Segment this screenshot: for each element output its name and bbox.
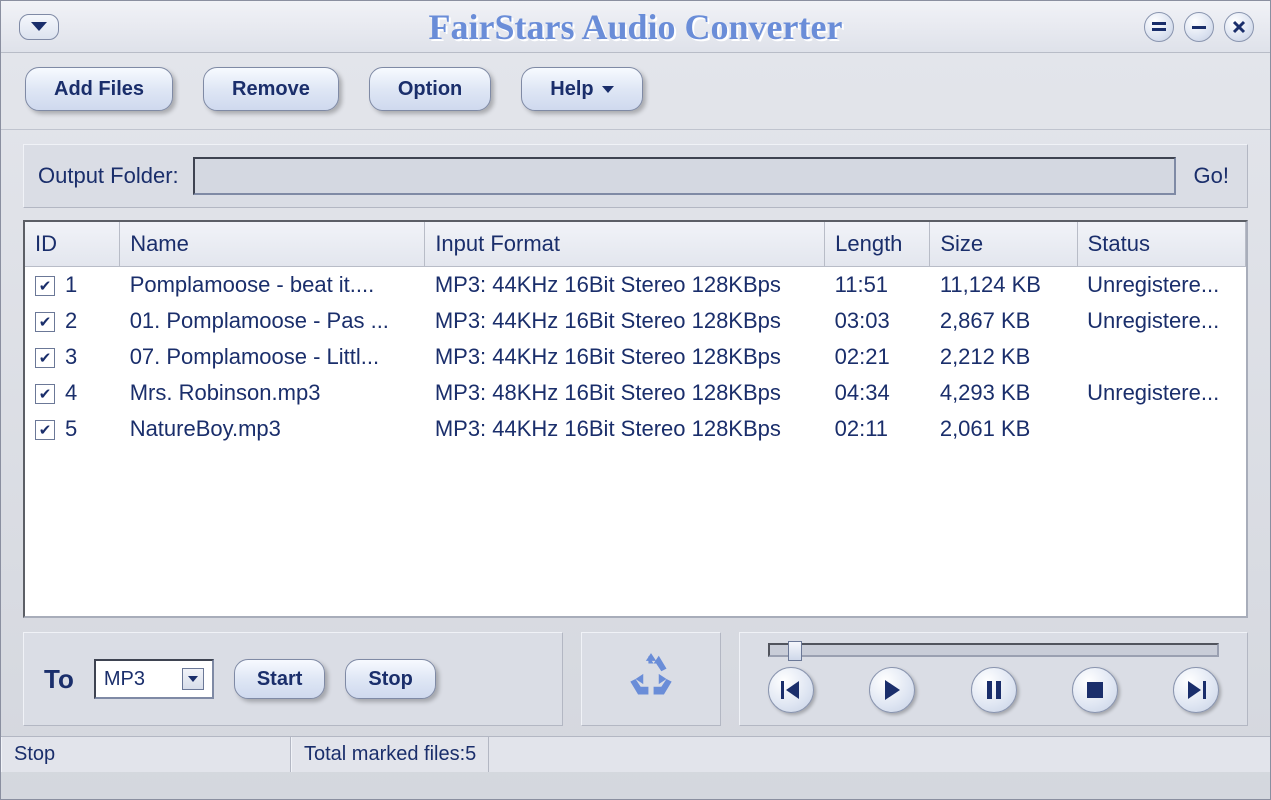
row-input-format: MP3: 44KHz 16Bit Stereo 128KBps — [425, 411, 825, 447]
row-size: 2,867 KB — [930, 303, 1077, 339]
row-status — [1077, 339, 1245, 375]
row-length: 02:21 — [825, 339, 930, 375]
skip-forward-icon — [1186, 681, 1206, 699]
row-checkbox[interactable]: ✔ — [35, 348, 55, 368]
row-size: 2,061 KB — [930, 411, 1077, 447]
app-title: FairStars Audio Converter — [1, 6, 1270, 48]
playback-slider[interactable] — [768, 643, 1219, 657]
table-row[interactable]: ✔ 5 NatureBoy.mp3MP3: 44KHz 16Bit Stereo 1… — [25, 411, 1246, 447]
table-row[interactable]: ✔ 4 Mrs. Robinson.mp3MP3: 48KHz 16Bit Ster… — [25, 375, 1246, 411]
statusbar: Stop Total marked files:5 — [1, 736, 1270, 772]
output-folder-label: Output Folder: — [38, 163, 179, 189]
column-header-size[interactable]: Size — [930, 222, 1077, 266]
table-row[interactable]: ✔ 2 01. Pomplamoose - Pas ...MP3: 44KHz 16… — [25, 303, 1246, 339]
play-button[interactable] — [869, 667, 915, 713]
column-header-status[interactable]: Status — [1077, 222, 1245, 266]
table-row[interactable]: ✔ 3 07. Pomplamoose - Littl...MP3: 44KHz 1… — [25, 339, 1246, 375]
next-button[interactable] — [1173, 667, 1219, 713]
row-id: 4 — [65, 380, 77, 405]
dropdown-button — [182, 668, 204, 690]
column-header-length[interactable]: Length — [825, 222, 930, 266]
convert-group: To MP3 Start Stop — [23, 632, 563, 726]
row-id: 2 — [65, 308, 77, 333]
row-status — [1077, 411, 1245, 447]
go-button[interactable]: Go! — [1190, 163, 1233, 189]
row-checkbox[interactable]: ✔ — [35, 312, 55, 332]
row-id: 5 — [65, 416, 77, 441]
chevron-down-icon — [188, 676, 198, 682]
tray-button[interactable] — [1144, 12, 1174, 42]
row-name: 07. Pomplamoose - Littl... — [120, 339, 425, 375]
row-name: NatureBoy.mp3 — [120, 411, 425, 447]
stop-button[interactable]: Stop — [345, 659, 435, 699]
play-icon — [883, 680, 901, 700]
titlebar: FairStars Audio Converter — [1, 1, 1270, 53]
help-button[interactable]: Help — [521, 67, 642, 111]
output-folder-panel: Output Folder: Go! — [23, 144, 1248, 208]
help-label: Help — [550, 78, 593, 101]
pause-icon — [986, 681, 1002, 699]
row-checkbox[interactable]: ✔ — [35, 276, 55, 296]
tray-icon — [1152, 22, 1166, 32]
column-header-id[interactable]: ID — [25, 222, 120, 266]
minimize-icon — [1192, 20, 1206, 34]
to-label: To — [44, 664, 74, 695]
row-length: 02:11 — [825, 411, 930, 447]
skip-back-icon — [781, 681, 801, 699]
row-checkbox[interactable]: ✔ — [35, 420, 55, 440]
chevron-down-icon — [602, 86, 614, 93]
row-name: Mrs. Robinson.mp3 — [120, 375, 425, 411]
row-status: Unregistere... — [1077, 266, 1245, 303]
player-group — [739, 632, 1248, 726]
stop-icon — [1087, 682, 1103, 698]
remove-button[interactable]: Remove — [203, 67, 339, 111]
row-input-format: MP3: 44KHz 16Bit Stereo 128KBps — [425, 266, 825, 303]
row-size: 11,124 KB — [930, 266, 1077, 303]
row-name: 01. Pomplamoose - Pas ... — [120, 303, 425, 339]
window-controls — [1144, 12, 1254, 42]
row-input-format: MP3: 44KHz 16Bit Stereo 128KBps — [425, 339, 825, 375]
start-button[interactable]: Start — [234, 659, 326, 699]
prev-button[interactable] — [768, 667, 814, 713]
app-window: FairStars Audio Converter Add Files Remo… — [0, 0, 1271, 800]
status-state: Stop — [1, 737, 291, 772]
recycle-icon — [620, 648, 682, 710]
minimize-button[interactable] — [1184, 12, 1214, 42]
row-id: 1 — [65, 272, 77, 297]
row-length: 03:03 — [825, 303, 930, 339]
row-status: Unregistere... — [1077, 303, 1245, 339]
column-header-input-format[interactable]: Input Format — [425, 222, 825, 266]
row-length: 04:34 — [825, 375, 930, 411]
pause-button[interactable] — [971, 667, 1017, 713]
row-size: 2,212 KB — [930, 339, 1077, 375]
row-name: Pomplamoose - beat it.... — [120, 266, 425, 303]
main-menu-button[interactable] — [19, 14, 59, 40]
row-input-format: MP3: 44KHz 16Bit Stereo 128KBps — [425, 303, 825, 339]
status-marked-count: Total marked files:5 — [291, 737, 489, 772]
row-status: Unregistere... — [1077, 375, 1245, 411]
toolbar: Add Files Remove Option Help — [1, 53, 1270, 130]
close-icon — [1232, 20, 1246, 34]
file-table: ID Name Input Format Length Size Status … — [25, 222, 1246, 447]
row-length: 11:51 — [825, 266, 930, 303]
column-header-name[interactable]: Name — [120, 222, 425, 266]
slider-thumb[interactable] — [788, 641, 802, 661]
output-format-value: MP3 — [104, 668, 145, 691]
output-format-select[interactable]: MP3 — [94, 659, 214, 699]
output-folder-input[interactable] — [193, 157, 1176, 195]
close-button[interactable] — [1224, 12, 1254, 42]
chevron-down-icon — [31, 22, 47, 31]
row-id: 3 — [65, 344, 77, 369]
recycle-button[interactable] — [581, 632, 721, 726]
option-button[interactable]: Option — [369, 67, 491, 111]
row-size: 4,293 KB — [930, 375, 1077, 411]
stop-playback-button[interactable] — [1072, 667, 1118, 713]
bottom-panel: To MP3 Start Stop — [23, 632, 1248, 726]
add-files-button[interactable]: Add Files — [25, 67, 173, 111]
row-checkbox[interactable]: ✔ — [35, 384, 55, 404]
row-input-format: MP3: 48KHz 16Bit Stereo 128KBps — [425, 375, 825, 411]
table-row[interactable]: ✔ 1 Pomplamoose - beat it....MP3: 44KHz 16… — [25, 266, 1246, 303]
file-list-panel: ID Name Input Format Length Size Status … — [23, 220, 1248, 618]
